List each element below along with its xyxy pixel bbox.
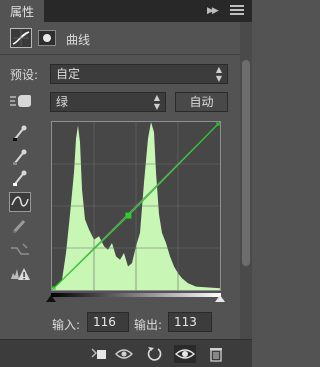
- preset-value: 自定: [56, 67, 81, 81]
- channel-dropdown[interactable]: 绿 ▲ ▼: [50, 92, 166, 112]
- curve-edit-icon[interactable]: [9, 192, 31, 212]
- updown-arrow-icon: ▲ ▼: [215, 65, 222, 83]
- panel-title: 曲线: [66, 33, 91, 47]
- preset-label: 预设:: [10, 68, 39, 82]
- panel-menu-icon[interactable]: [230, 5, 244, 17]
- scrollbar[interactable]: [240, 22, 252, 339]
- input-label: 输入:: [52, 318, 81, 332]
- curves-adjustment-icon[interactable]: [10, 28, 32, 48]
- smooth-icon[interactable]: [9, 240, 31, 260]
- output-label: 输出:: [134, 318, 163, 332]
- eyedropper-gray-icon[interactable]: [9, 147, 31, 167]
- white-point-slider[interactable]: [215, 295, 225, 302]
- auto-button[interactable]: 自动: [175, 92, 228, 112]
- eyedropper-white-icon[interactable]: [9, 168, 31, 188]
- view-previous-icon[interactable]: [115, 345, 133, 363]
- clip-to-layer-icon[interactable]: [90, 345, 108, 363]
- eyedropper-icon[interactable]: [9, 123, 31, 143]
- scrollbar-thumb[interactable]: [242, 60, 250, 266]
- reset-icon[interactable]: [145, 345, 163, 363]
- preset-dropdown[interactable]: 自定 ▲ ▼: [50, 64, 228, 84]
- tab-properties[interactable]: 属性: [0, 0, 44, 22]
- clipping-warning-icon[interactable]: [9, 263, 31, 283]
- channel-value: 绿: [56, 95, 69, 109]
- layer-mask-icon[interactable]: [38, 30, 56, 46]
- output-field[interactable]: 113: [168, 312, 212, 332]
- trash-icon[interactable]: [207, 345, 225, 363]
- divider: [0, 54, 240, 55]
- expand-icon[interactable]: ▶▶: [207, 5, 223, 17]
- black-point-slider[interactable]: [46, 295, 56, 302]
- panel-titlebar: 属性 ▶▶: [0, 0, 252, 22]
- input-gradient-bar: [51, 293, 221, 297]
- updown-arrow-icon: ▲ ▼: [153, 93, 160, 111]
- input-field[interactable]: 116: [87, 312, 129, 332]
- curve-graph[interactable]: [48, 118, 224, 294]
- bottom-toolbar: [0, 339, 252, 367]
- pencil-icon[interactable]: [9, 216, 31, 236]
- visibility-icon[interactable]: [174, 345, 196, 363]
- curve-point[interactable]: [125, 212, 132, 219]
- targeted-adjustment-hand-icon[interactable]: [9, 93, 35, 109]
